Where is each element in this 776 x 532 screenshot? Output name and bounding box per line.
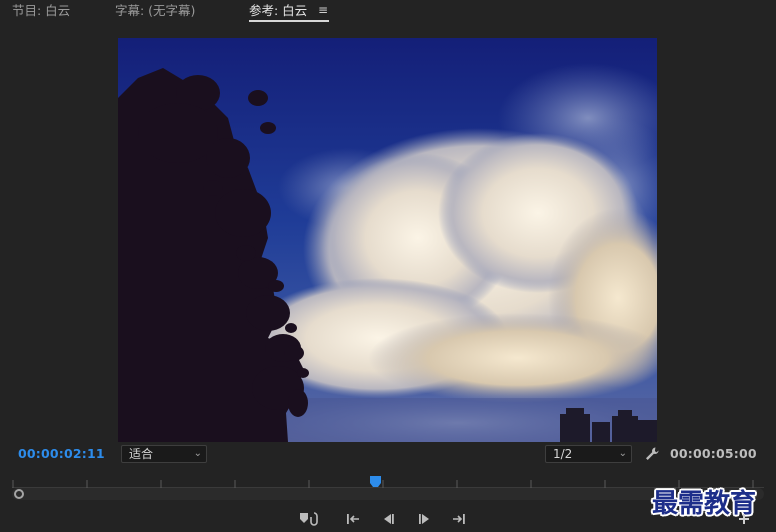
fit-select[interactable]: 适合 ⌄: [121, 445, 207, 463]
tab-program[interactable]: 节目: 白云: [12, 2, 70, 22]
wrench-icon[interactable]: [643, 445, 661, 463]
panel-tabs: 节目: 白云 字幕: (无字幕) 参考: 白云 ≡: [0, 0, 776, 24]
scrollbar-handle[interactable]: [14, 489, 24, 499]
hamburger-menu-icon[interactable]: ≡: [318, 3, 328, 17]
tab-captions[interactable]: 字幕: (无字幕): [115, 2, 195, 22]
step-forward-icon[interactable]: [415, 511, 433, 527]
current-timecode[interactable]: 00:00:02:11: [18, 446, 105, 461]
tab-reference[interactable]: 参考: 白云: [249, 2, 329, 22]
go-to-in-icon[interactable]: [345, 511, 363, 527]
duration-timecode: 00:00:05:00: [670, 446, 757, 461]
plus-icon[interactable]: [737, 512, 751, 526]
step-back-icon[interactable]: [380, 511, 398, 527]
sky-cloud-image: [118, 38, 657, 442]
watermark-logo: 最需教育: [652, 489, 757, 519]
go-to-out-icon[interactable]: [450, 511, 468, 527]
add-marker-icon[interactable]: [299, 511, 318, 527]
resolution-select-value: 1/2: [553, 447, 573, 461]
tab-reference-label: 参考: 白云: [249, 3, 308, 18]
fit-select-value: 适合: [129, 447, 154, 461]
chevron-down-icon: ⌄: [193, 448, 202, 459]
resolution-select[interactable]: 1/2 ⌄: [545, 445, 632, 463]
chevron-down-icon: ⌄: [618, 448, 627, 459]
playhead[interactable]: [369, 475, 383, 489]
reference-monitor: [118, 38, 657, 442]
